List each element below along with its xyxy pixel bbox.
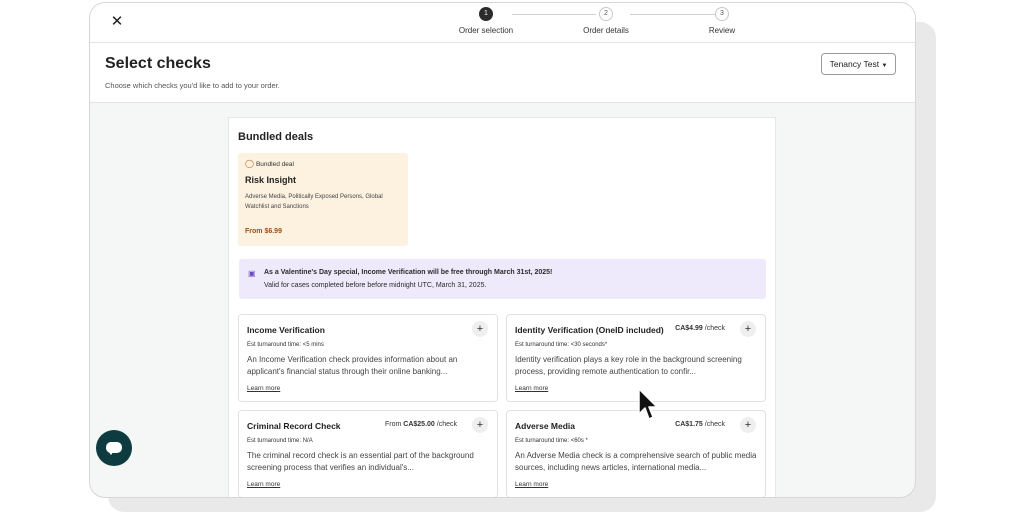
section-title: Bundled deals: [238, 131, 314, 143]
promo-detail: Valid for cases completed before before …: [264, 282, 487, 289]
bundle-tag-label: Bundled deal: [255, 161, 294, 168]
price-amount: CA$4.99: [675, 325, 703, 332]
learn-more-link[interactable]: Learn more: [515, 385, 548, 392]
page-title: Select checks: [105, 55, 211, 72]
plus-icon: +: [476, 323, 484, 335]
chat-icon-tail: [108, 451, 114, 455]
learn-more-link[interactable]: Learn more: [247, 481, 280, 488]
step-review[interactable]: 3 Review: [677, 7, 767, 35]
order-stepper: 1 Order selection 2 Order details 3 Revi…: [450, 7, 735, 41]
bundle-name: Risk Insight: [245, 175, 297, 185]
tenancy-dropdown[interactable]: Tenancy Test ▼: [821, 53, 896, 75]
check-title: Criminal Record Check: [247, 421, 341, 431]
check-title: Income Verification: [247, 325, 325, 335]
add-check-button[interactable]: +: [740, 417, 756, 433]
check-price: CA$4.99 /check: [675, 325, 725, 332]
check-price: CA$1.75 /check: [675, 421, 725, 428]
chat-button[interactable]: [96, 430, 132, 466]
close-icon[interactable]: ✕: [108, 13, 126, 31]
top-bar: ✕ 1 Order selection 2 Order details 3 Re…: [90, 3, 915, 43]
add-check-button[interactable]: +: [740, 321, 756, 337]
check-turnaround: Est turnaround time: <30 seconds*: [515, 342, 608, 348]
add-check-button[interactable]: +: [472, 417, 488, 433]
page-header: Select checks Choose which checks you'd …: [90, 43, 915, 103]
check-card-adverse-media[interactable]: Adverse Media CA$1.75 /check + Est turna…: [506, 410, 766, 497]
tag-icon: ◯: [245, 159, 254, 168]
price-prefix: From: [384, 421, 402, 428]
plus-icon: +: [476, 419, 484, 431]
step-label: Review: [708, 26, 736, 35]
bundle-description: Adverse Media, Politically Exposed Perso…: [245, 194, 383, 210]
check-title: Adverse Media: [515, 421, 575, 431]
screen: ✕ 1 Order selection 2 Order details 3 Re…: [0, 0, 1024, 512]
step-order-details[interactable]: 2 Order details: [561, 7, 651, 35]
promo-headline: As a Valentine's Day special, Income Ver…: [264, 269, 553, 276]
bundle-tag: ◯ Bundled deal: [245, 159, 294, 168]
step-label: Order details: [583, 26, 629, 35]
check-card-income-verification[interactable]: Income Verification + Est turnaround tim…: [238, 314, 498, 402]
learn-more-link[interactable]: Learn more: [247, 385, 280, 392]
price-amount: CA$1.75: [675, 421, 703, 428]
step-number: 3: [715, 7, 729, 21]
add-check-button[interactable]: +: [472, 321, 488, 337]
bundle-price: From $6.99: [245, 228, 282, 235]
check-card-identity-verification[interactable]: Identity Verification (OneID included) C…: [506, 314, 766, 402]
check-turnaround: Est turnaround time: N/A: [247, 438, 313, 444]
plus-icon: +: [744, 323, 752, 335]
checks-panel: Bundled deals ◯ Bundled deal Risk Insight…: [228, 117, 776, 497]
check-price: From CA$25.00 /check: [385, 421, 457, 428]
mouse-pointer-icon: [638, 388, 658, 420]
price-unit: /check: [704, 421, 725, 428]
check-description: An Adverse Media check is a comprehensiv…: [515, 451, 757, 472]
check-description: The criminal record check is an essentia…: [247, 451, 474, 472]
check-description: Identity verification plays a key role i…: [515, 355, 742, 376]
price-amount: CA$25.00: [403, 421, 435, 428]
check-turnaround: Est turnaround time: <5 mins: [247, 342, 324, 348]
check-description: An Income Verification check provides in…: [247, 355, 458, 376]
promo-banner: ▣ As a Valentine's Day special, Income V…: [239, 259, 766, 299]
step-number: 2: [599, 7, 613, 21]
tenancy-label: Tenancy Test: [829, 59, 880, 69]
price-unit: /check: [704, 325, 725, 332]
page-subtitle: Choose which checks you'd like to add to…: [105, 81, 280, 90]
check-card-criminal-record[interactable]: Criminal Record Check From CA$25.00 /che…: [238, 410, 498, 497]
bundle-deal-card[interactable]: ◯ Bundled deal Risk Insight Adverse Media…: [238, 153, 408, 246]
app-window: ✕ 1 Order selection 2 Order details 3 Re…: [89, 2, 916, 498]
plus-icon: +: [744, 419, 752, 431]
step-order-selection[interactable]: 1 Order selection: [441, 7, 531, 35]
check-turnaround: Est turnaround time: <60s *: [515, 438, 588, 444]
learn-more-link[interactable]: Learn more: [515, 481, 548, 488]
step-label: Order selection: [458, 26, 514, 35]
step-number: 1: [479, 7, 493, 21]
chevron-down-icon: ▼: [881, 63, 888, 69]
price-unit: /check: [436, 421, 457, 428]
gift-icon: ▣: [248, 269, 256, 278]
check-title: Identity Verification (OneID included): [515, 325, 664, 335]
